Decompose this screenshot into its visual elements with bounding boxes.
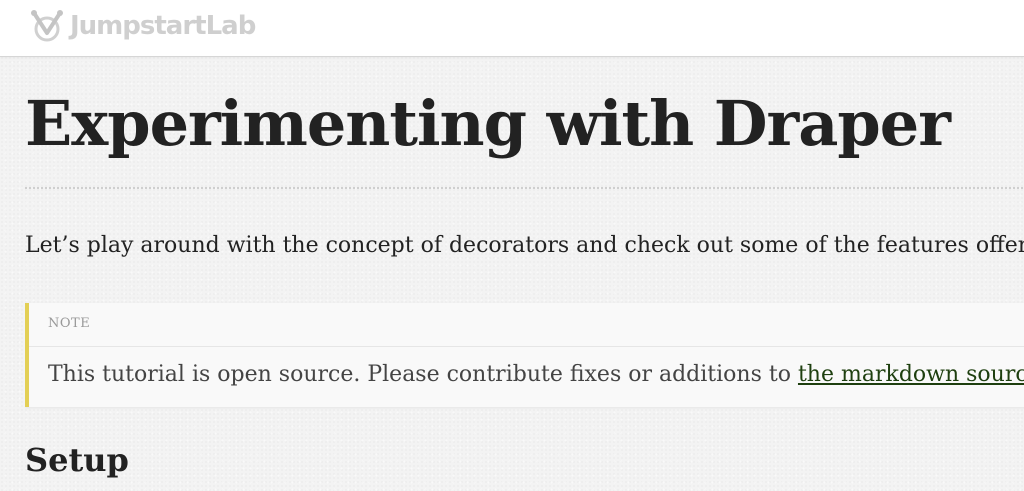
page-title: Experimenting with Draper <box>25 87 951 160</box>
section-heading-setup: Setup <box>25 441 129 479</box>
logo-text: JumpstartLab <box>70 11 256 41</box>
intro-paragraph: Let’s play around with the concept of de… <box>25 233 1024 258</box>
logo-mark-icon <box>28 7 66 45</box>
note-text: This tutorial is open source. Please con… <box>48 362 798 387</box>
note-divider <box>29 346 1024 347</box>
main-content: Experimenting with Draper Let’s play aro… <box>25 56 1024 491</box>
site-header: JumpstartLab <box>0 0 1024 57</box>
note-label: NOTE <box>48 316 91 331</box>
title-divider <box>25 187 1024 189</box>
jumpstartlab-logo[interactable]: JumpstartLab <box>28 6 256 46</box>
note-callout: NOTE This tutorial is open source. Pleas… <box>25 303 1024 407</box>
markdown-source-link[interactable]: the markdown source on GitHub <box>798 362 1024 387</box>
note-body: This tutorial is open source. Please con… <box>48 358 1024 392</box>
